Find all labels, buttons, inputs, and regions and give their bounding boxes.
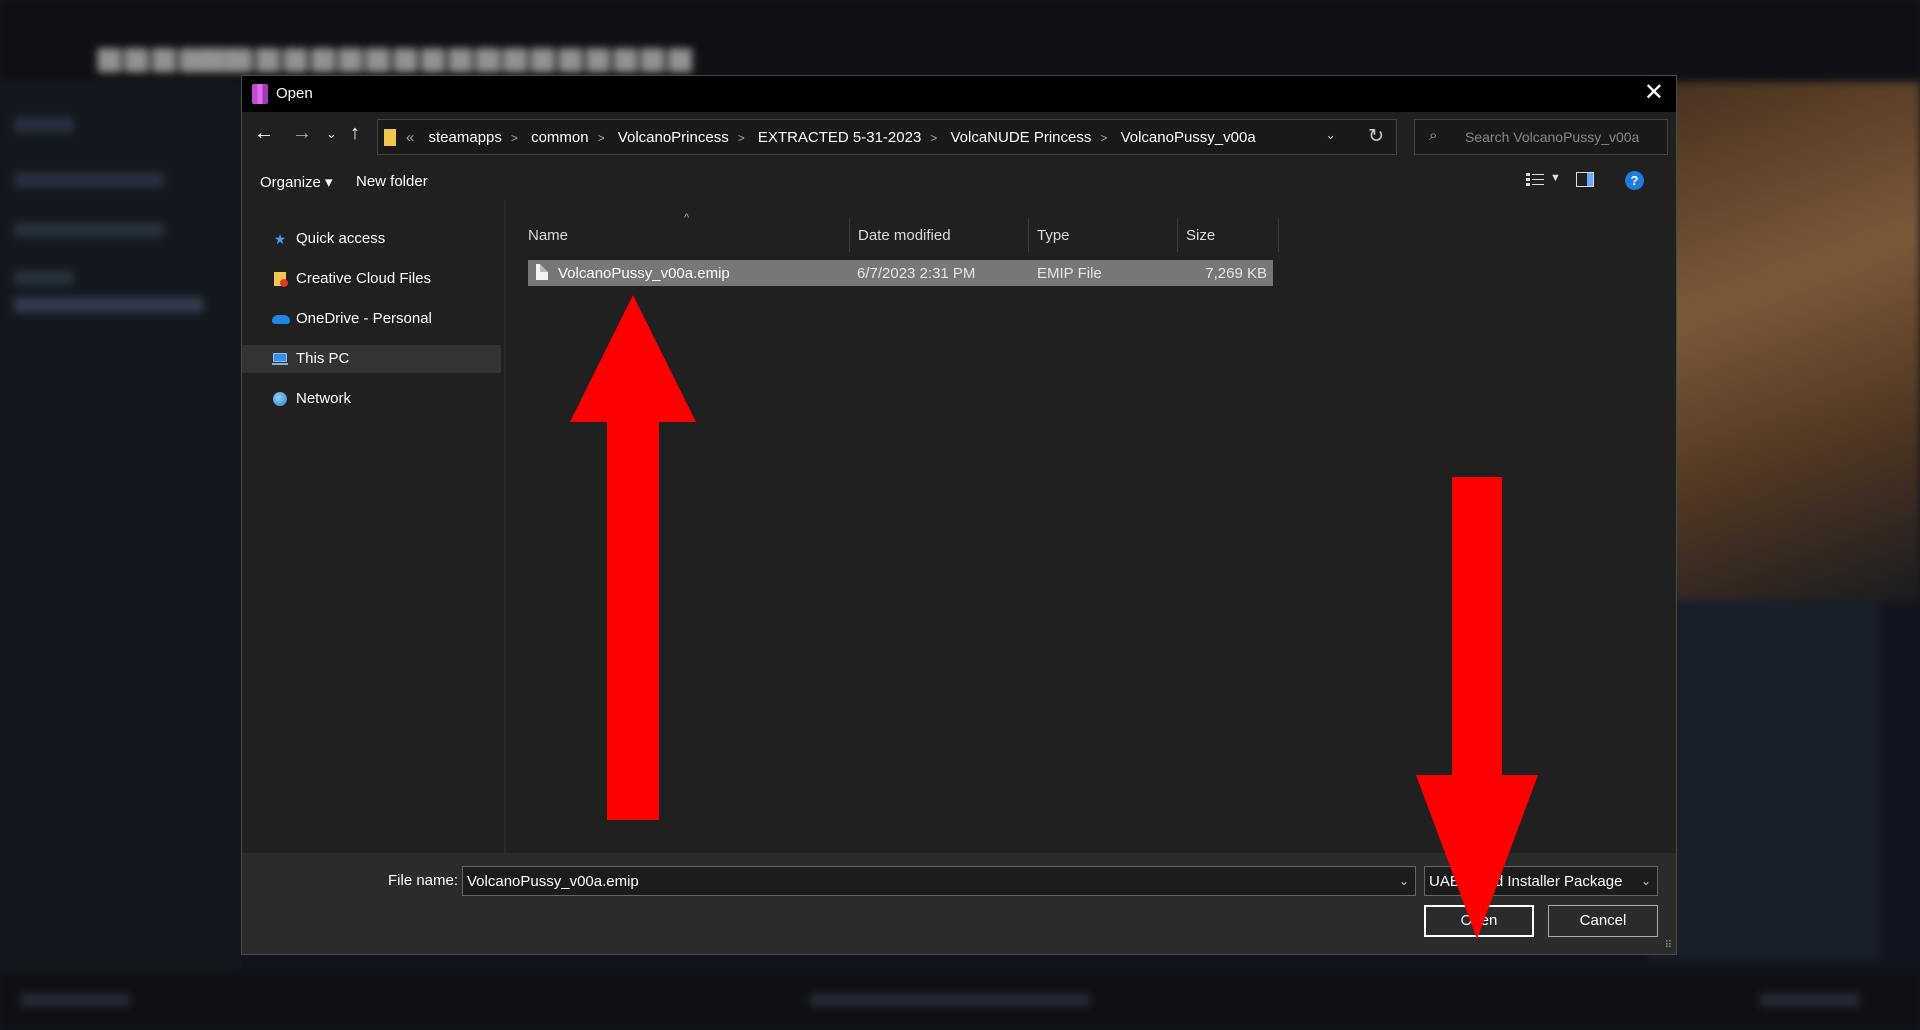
search-box[interactable]: ⌕ Search VolcanoPussy_v00a	[1414, 119, 1668, 155]
preview-pane-icon[interactable]	[1576, 172, 1594, 187]
view-details-icon[interactable]	[1526, 172, 1544, 188]
breadcrumb-common[interactable]: common	[531, 129, 589, 146]
folder-icon	[384, 129, 396, 146]
breadcrumb-extracted[interactable]: EXTRACTED 5-31-2023	[758, 129, 921, 146]
file-size: 7,269 KB	[1205, 265, 1267, 282]
breadcrumb-overflow[interactable]: «	[406, 129, 414, 146]
organize-button[interactable]: Organize ▾	[260, 173, 333, 191]
chevron-right-icon: >	[1100, 131, 1108, 145]
file-date: 6/7/2023 2:31 PM	[857, 265, 976, 282]
nav-item-quick-access[interactable]: ★ Quick access	[242, 225, 501, 253]
network-icon	[272, 391, 288, 407]
onedrive-icon	[272, 311, 290, 327]
creative-cloud-icon	[272, 271, 288, 287]
file-name-label: File name:	[388, 872, 459, 889]
navigation-pane: ★ Quick access Creative Cloud Files OneD…	[242, 200, 501, 853]
nav-item-onedrive[interactable]: OneDrive - Personal	[242, 305, 501, 333]
help-icon[interactable]: ?	[1625, 171, 1644, 190]
file-type-select[interactable]: UABE Mod Installer Package (*.emip) ⌄	[1424, 866, 1658, 896]
nav-item-label: Quick access	[296, 230, 386, 247]
nav-item-creative-cloud[interactable]: Creative Cloud Files	[242, 265, 501, 293]
nav-item-network[interactable]: Network	[242, 385, 501, 413]
chevron-down-icon[interactable]: ⌄	[1641, 874, 1651, 888]
recent-locations-chevron-icon[interactable]: ⌄	[326, 126, 337, 142]
view-dropdown-icon[interactable]: ▼	[1550, 172, 1561, 184]
close-icon[interactable]: ✕	[1644, 80, 1664, 106]
chevron-right-icon: >	[930, 131, 938, 145]
nav-item-this-pc[interactable]: This PC	[242, 345, 501, 373]
file-name-value: VolcanoPussy_v00a.emip	[467, 873, 639, 890]
chevron-right-icon: >	[597, 131, 605, 145]
sort-ascending-icon: ^	[684, 212, 690, 224]
file-name-input[interactable]: VolcanoPussy_v00a.emip ⌄	[462, 866, 1416, 896]
search-placeholder: Search VolcanoPussy_v00a	[1465, 129, 1640, 145]
search-icon: ⌕	[1429, 127, 1438, 144]
breadcrumb-volcanoprincess[interactable]: VolcanoPrincess	[618, 129, 729, 146]
nav-item-label: Creative Cloud Files	[296, 270, 432, 287]
column-header-name[interactable]: Name	[520, 218, 860, 252]
chevron-right-icon: >	[737, 131, 745, 145]
app-icon	[252, 84, 268, 104]
open-file-dialog: Open ✕ ← → ⌄ ↑ « steamapps > common > Volc…	[241, 75, 1677, 955]
open-button[interactable]: Open	[1424, 905, 1534, 937]
nav-item-label: Network	[296, 390, 352, 407]
dialog-title: Open	[276, 85, 313, 102]
back-arrow-icon[interactable]: ←	[254, 122, 274, 145]
star-icon: ★	[273, 231, 287, 247]
dialog-footer: File name: VolcanoPussy_v00a.emip ⌄ UABE…	[242, 853, 1676, 954]
forward-arrow-icon[interactable]: →	[292, 122, 312, 145]
up-arrow-icon[interactable]: ↑	[350, 122, 360, 145]
column-divider[interactable]	[1278, 218, 1279, 252]
dialog-title-bar: Open ✕	[242, 76, 1676, 112]
file-type: EMIP File	[1037, 265, 1102, 282]
pc-icon	[272, 351, 288, 367]
cancel-button[interactable]: Cancel	[1548, 905, 1658, 937]
chevron-right-icon: >	[510, 131, 518, 145]
command-bar: Organize ▾ New folder ▼ ?	[242, 160, 1676, 200]
address-bar[interactable]: « steamapps > common > VolcanoPrincess > EX…	[377, 119, 1397, 155]
address-dropdown-chevron-icon[interactable]: ⌄	[1325, 127, 1336, 143]
new-folder-button[interactable]: New folder	[356, 173, 428, 190]
nav-item-label: This PC	[296, 350, 350, 367]
column-header-date-modified[interactable]: Date modified	[850, 218, 1028, 252]
breadcrumb-volcanude-princess[interactable]: VolcaNUDE Princess	[950, 129, 1091, 146]
file-list: Name ^ Date modified Type Size VolcanoPu…	[506, 200, 1676, 853]
nav-item-label: OneDrive - Personal	[296, 310, 432, 327]
file-name: VolcanoPussy_v00a.emip	[558, 265, 730, 282]
column-header-size[interactable]: Size	[1178, 218, 1278, 252]
resize-grip-icon[interactable]: ⠿	[1665, 940, 1672, 951]
file-type-value: UABE Mod Installer Package (*.emip)	[1429, 873, 1625, 890]
file-icon	[536, 264, 548, 280]
breadcrumb-steamapps[interactable]: steamapps	[429, 129, 502, 146]
file-row-selected[interactable]: VolcanoPussy_v00a.emip 6/7/2023 2:31 PM …	[528, 260, 1273, 286]
breadcrumb: « steamapps > common > VolcanoPrincess > EX…	[406, 129, 1256, 146]
column-header-type[interactable]: Type	[1029, 218, 1177, 252]
breadcrumb-current-folder[interactable]: VolcanoPussy_v00a	[1121, 129, 1256, 146]
chevron-down-icon[interactable]: ⌄	[1399, 874, 1409, 888]
refresh-icon[interactable]: ↻	[1368, 125, 1384, 148]
address-bar-row: ← → ⌄ ↑ « steamapps > common > VolcanoPrin…	[242, 112, 1676, 160]
